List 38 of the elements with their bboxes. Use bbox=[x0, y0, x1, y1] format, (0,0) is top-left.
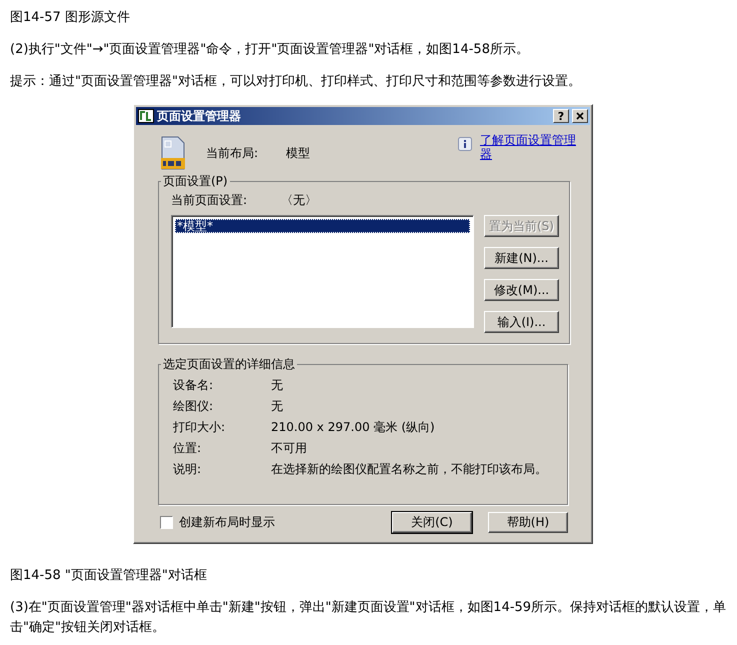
detail-label: 说明: bbox=[172, 461, 202, 478]
detail-label: 打印大小: bbox=[172, 419, 226, 436]
detail-value: 在选择新的绘图仪配置名称之前，不能打印该布局。 bbox=[271, 461, 547, 478]
detail-label: 绘图仪: bbox=[172, 398, 214, 415]
paragraph: (3)在"页面设置管理"器对话框中单击"新建"按钮，弹出"新建页面设置"对话框，如图14-59所示。保持对话框的默认设置，单击"确定"按钮关闭对话框。 bbox=[10, 599, 727, 637]
page-setup-list[interactable]: *模型* bbox=[171, 215, 474, 328]
info-icon bbox=[458, 137, 472, 151]
dialog-button[interactable]: 关闭(C) bbox=[392, 512, 472, 533]
paragraph: (2)执行"文件"→"页面设置管理器"命令，打开"页面设置管理器"对话框，如图14-58所示。 bbox=[10, 41, 530, 59]
current-setup-value: 〈无〉 bbox=[281, 192, 317, 209]
detail-value: 210.00 x 297.00 毫米 (纵向) bbox=[271, 419, 435, 436]
help-button[interactable]: ? bbox=[553, 109, 569, 123]
help-link[interactable]: 了解页面设置管理器 bbox=[480, 133, 580, 161]
detail-label: 设备名: bbox=[172, 377, 214, 394]
dialog-button[interactable]: 输入(I)... bbox=[484, 311, 559, 333]
checkbox-label: 创建新布局时显示 bbox=[179, 514, 276, 531]
paragraph: 提示：通过"页面设置管理器"对话框，可以对打印机、打印样式、打印尺寸和范围等参数进行设置。 bbox=[10, 73, 582, 91]
dialog-button[interactable]: 帮助(H) bbox=[488, 512, 568, 533]
group-title: 页面设置(P) bbox=[162, 173, 229, 190]
close-icon bbox=[576, 112, 584, 120]
app-icon bbox=[138, 109, 154, 123]
checkbox[interactable] bbox=[160, 516, 173, 529]
close-button[interactable] bbox=[572, 109, 588, 123]
current-layout-label: 当前布局: bbox=[206, 144, 260, 162]
list-item[interactable]: *模型* bbox=[175, 219, 470, 233]
detail-value: 不可用 bbox=[271, 440, 307, 457]
window-title: 页面设置管理器 bbox=[157, 108, 242, 124]
dialog-button[interactable]: 修改(M)... bbox=[484, 279, 559, 301]
dialog-button[interactable]: 新建(N)... bbox=[484, 247, 559, 269]
figure-caption: 图14-58 "页面设置管理器"对话框 bbox=[10, 567, 208, 585]
document-icon bbox=[160, 136, 186, 170]
figure-caption: 图14-57 图形源文件 bbox=[10, 9, 131, 27]
detail-value: 无 bbox=[271, 377, 283, 394]
current-layout-value: 模型 bbox=[286, 144, 311, 162]
detail-label: 位置: bbox=[172, 440, 202, 457]
current-setup-label: 当前页面设置: bbox=[171, 192, 248, 209]
detail-value: 无 bbox=[271, 398, 283, 415]
group-title: 选定页面设置的详细信息 bbox=[162, 356, 296, 373]
